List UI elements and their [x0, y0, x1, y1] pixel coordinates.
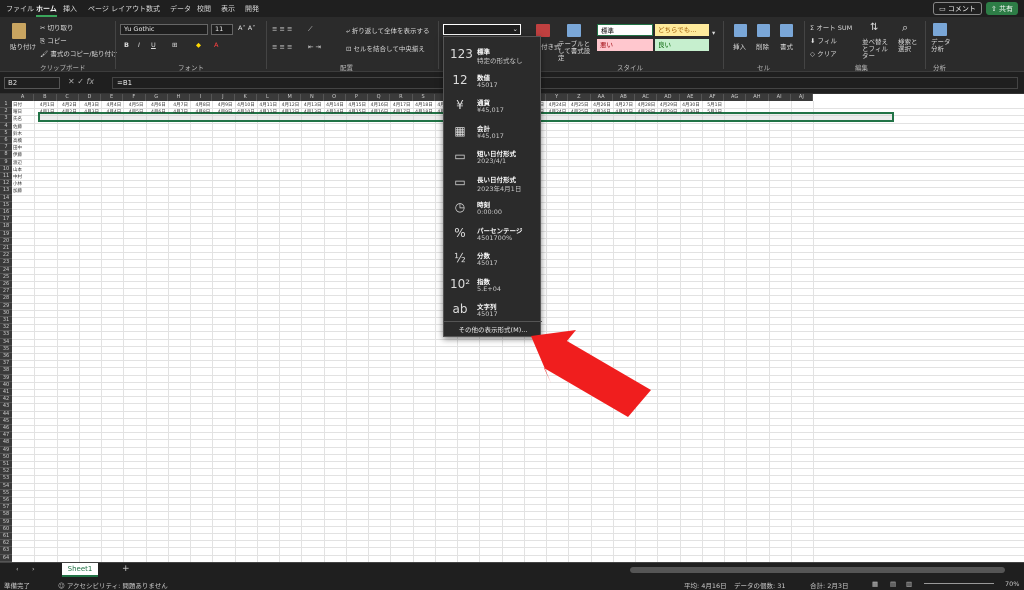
sheet-tab-bar: ‹ › Sheet1 +	[0, 562, 1024, 577]
zoom-slider[interactable]	[924, 583, 994, 584]
status-average: 平均: 4月16日	[684, 582, 727, 590]
annotation-arrow	[531, 330, 651, 417]
prev-sheet-icon[interactable]: ‹	[16, 565, 19, 573]
status-ready: 準備完了	[4, 582, 30, 590]
status-bar: 準備完了 ☺ アクセシビリティ: 問題ありません 平均: 4月16日 データの個…	[0, 577, 1024, 590]
add-sheet-icon[interactable]: +	[122, 564, 130, 574]
accessibility-status[interactable]: ☺ アクセシビリティ: 問題ありません	[58, 580, 168, 590]
view-normal-icon[interactable]: ▦	[872, 580, 878, 588]
next-sheet-icon[interactable]: ›	[32, 565, 35, 573]
status-count: データの個数: 31	[734, 582, 786, 590]
view-page-break-icon[interactable]: ▥	[906, 580, 912, 588]
zoom-level: 70%	[1005, 580, 1020, 588]
status-sum: 合計: 2月3日	[810, 582, 849, 590]
accessibility-label: アクセシビリティ: 問題ありません	[66, 582, 168, 590]
view-page-layout-icon[interactable]: ▤	[890, 580, 896, 588]
horizontal-scrollbar[interactable]	[630, 567, 1005, 573]
red-arrow-icon	[531, 330, 651, 417]
sheet-tab-sheet1[interactable]: Sheet1	[62, 563, 98, 577]
